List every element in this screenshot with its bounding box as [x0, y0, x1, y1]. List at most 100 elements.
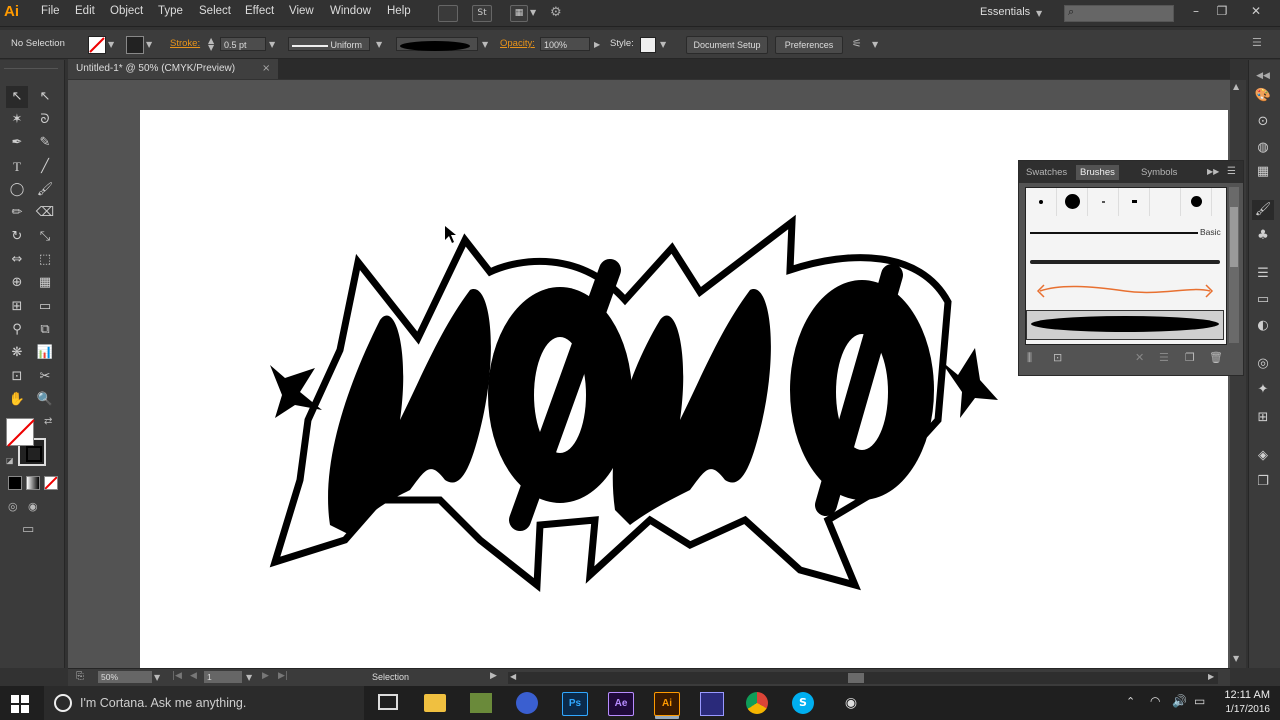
panel-menu-icon[interactable]: ☰	[1227, 166, 1236, 177]
free-transform-tool-icon[interactable]: ⬚	[34, 249, 56, 271]
opacity-label[interactable]: Opacity:	[500, 38, 535, 49]
remove-brush-icon[interactable]: ✕	[1135, 351, 1144, 364]
bridge-icon[interactable]	[438, 5, 458, 22]
stroke-profile-select[interactable]: Uniform	[288, 37, 370, 51]
blend-tool-icon[interactable]: ⧉	[34, 319, 56, 341]
screen-mode-icon[interactable]: ▭	[22, 522, 34, 537]
brush-definition-select[interactable]	[396, 37, 478, 51]
ellipse-tool-icon[interactable]: ◯	[6, 179, 28, 201]
file-explorer-icon[interactable]	[424, 694, 446, 712]
chevron-down-icon[interactable]: ▼	[1036, 9, 1042, 18]
default-colors-icon[interactable]: ◪	[6, 456, 14, 465]
preferences-button[interactable]: Preferences	[775, 36, 843, 54]
color-mode-icon[interactable]	[8, 476, 22, 490]
artboard-number-field[interactable]: 1	[204, 671, 242, 683]
chevron-down-icon[interactable]: ▼	[376, 40, 382, 49]
perspective-grid-tool-icon[interactable]: ▦	[34, 272, 56, 294]
menu-type[interactable]: Type	[158, 5, 183, 17]
direct-selection-tool-icon[interactable]: ↖	[34, 86, 56, 108]
stroke-panel-icon[interactable]: ☰	[1252, 264, 1274, 284]
restore-icon[interactable]: ❐	[1212, 2, 1232, 20]
menu-window[interactable]: Window	[330, 5, 371, 17]
transform-panel-icon[interactable]: ⊞	[1252, 408, 1274, 428]
zoom-tool-icon[interactable]: 🔍	[34, 389, 56, 411]
mesh-tool-icon[interactable]: ⊞	[6, 296, 28, 318]
wifi-icon[interactable]: ◠	[1150, 694, 1160, 708]
transparency-panel-icon[interactable]: ◐	[1252, 316, 1274, 336]
draw-behind-icon[interactable]: ◉	[28, 500, 38, 513]
last-artboard-icon[interactable]: ▶|	[278, 671, 288, 681]
minimize-icon[interactable]: –	[1186, 2, 1206, 20]
chevron-down-icon[interactable]: ▼	[269, 40, 275, 49]
paintbrush-tool-icon[interactable]: 🖌	[34, 179, 56, 201]
obs-icon[interactable]: ◉	[840, 692, 862, 714]
chevron-down-icon[interactable]: ▼	[146, 40, 152, 49]
chevron-up-icon[interactable]: ⌃	[1126, 695, 1135, 708]
chrome-icon[interactable]	[746, 692, 768, 714]
graphic-styles-icon[interactable]: ✦	[1252, 380, 1274, 400]
none-mode-icon[interactable]	[44, 476, 58, 490]
curvature-tool-icon[interactable]: ✎	[34, 132, 56, 154]
brush-options-icon[interactable]: ☰	[1159, 351, 1169, 364]
task-view-icon[interactable]	[378, 694, 398, 710]
arrange-documents-icon[interactable]: ▦	[510, 5, 528, 22]
color-guide-icon[interactable]: ⊙	[1252, 112, 1274, 132]
skype-icon[interactable]: S	[792, 692, 814, 714]
graphic-style-swatch[interactable]	[640, 37, 656, 53]
art-brush-stroke[interactable]	[1030, 282, 1220, 300]
hand-tool-icon[interactable]: ✋	[6, 389, 28, 411]
illustrator-icon[interactable]: Ai	[654, 692, 680, 716]
browser-icon[interactable]	[516, 692, 538, 714]
tab-symbols[interactable]: Symbols	[1137, 165, 1181, 180]
previous-artboard-icon[interactable]: ◀	[190, 671, 197, 681]
menu-edit[interactable]: Edit	[75, 5, 95, 17]
panel-menu-icon[interactable]: ☰	[1252, 36, 1262, 49]
scale-tool-icon[interactable]: ⤡	[34, 226, 56, 248]
share-icon[interactable]: ⎘	[76, 671, 84, 682]
line-tool-icon[interactable]: ╱	[34, 156, 56, 178]
magic-wand-tool-icon[interactable]: ✶	[6, 109, 28, 131]
chevron-right-icon[interactable]: ▶	[594, 40, 600, 49]
collapse-panel-icon[interactable]: ▶▶	[1207, 167, 1219, 176]
menu-help[interactable]: Help	[387, 5, 411, 17]
expand-panels-icon[interactable]: ◀◀	[1252, 66, 1274, 86]
zoom-field[interactable]: 50%	[98, 671, 152, 683]
brushes-panel-icon[interactable]: 🖌	[1252, 200, 1274, 220]
brush-swatch[interactable]	[1088, 188, 1119, 216]
basic-brush-stroke[interactable]	[1030, 232, 1198, 234]
color-panel-icon[interactable]: 🎨	[1252, 86, 1274, 106]
after-effects-icon[interactable]: Ae	[608, 692, 634, 716]
first-artboard-icon[interactable]: |◀	[172, 671, 182, 681]
panel-scrollbar[interactable]	[1229, 187, 1239, 343]
menu-select[interactable]: Select	[199, 5, 231, 17]
stroke-label[interactable]: Stroke:	[170, 38, 200, 49]
artboard-tool-icon[interactable]: ⊡	[6, 366, 28, 388]
column-graph-tool-icon[interactable]: 📊	[34, 342, 56, 364]
workspace-switcher[interactable]: Essentials	[980, 6, 1030, 18]
chevron-down-icon[interactable]: ▼	[660, 40, 666, 49]
charcoal-brush-stroke[interactable]	[1030, 260, 1220, 264]
brush-swatch[interactable]	[1026, 188, 1057, 216]
gradient-panel-icon[interactable]: ▭	[1252, 290, 1274, 310]
search-input[interactable]	[1064, 5, 1174, 22]
appearance-panel-icon[interactable]: ◎	[1252, 354, 1274, 374]
status-menu-icon[interactable]: ▶	[490, 671, 497, 681]
layers-panel-icon[interactable]: ◈	[1252, 446, 1274, 466]
chevron-down-icon[interactable]: ▼	[108, 40, 114, 49]
menu-effect[interactable]: Effect	[245, 5, 274, 17]
selected-brush-row[interactable]	[1026, 310, 1224, 340]
close-icon[interactable]: ✕	[1246, 2, 1266, 20]
volume-icon[interactable]: 🔊	[1172, 694, 1187, 708]
brush-swatch[interactable]	[1181, 188, 1212, 216]
chevron-down-icon[interactable]: ▼	[530, 8, 536, 17]
windows-start-icon[interactable]	[10, 694, 30, 714]
rotate-tool-icon[interactable]: ↻	[6, 226, 28, 248]
photoshop-icon[interactable]: Ps	[562, 692, 588, 716]
cortana-search-box[interactable]: I'm Cortana. Ask me anything.	[44, 686, 364, 720]
symbols-panel-icon[interactable]: ♣	[1252, 226, 1274, 246]
document-setup-button[interactable]: Document Setup	[686, 36, 768, 54]
eraser-tool-icon[interactable]: ⌫	[34, 202, 56, 224]
next-artboard-icon[interactable]: ▶	[262, 671, 269, 681]
gradient-tool-icon[interactable]: ▭	[34, 296, 56, 318]
shape-builder-tool-icon[interactable]: ⊕	[6, 272, 28, 294]
